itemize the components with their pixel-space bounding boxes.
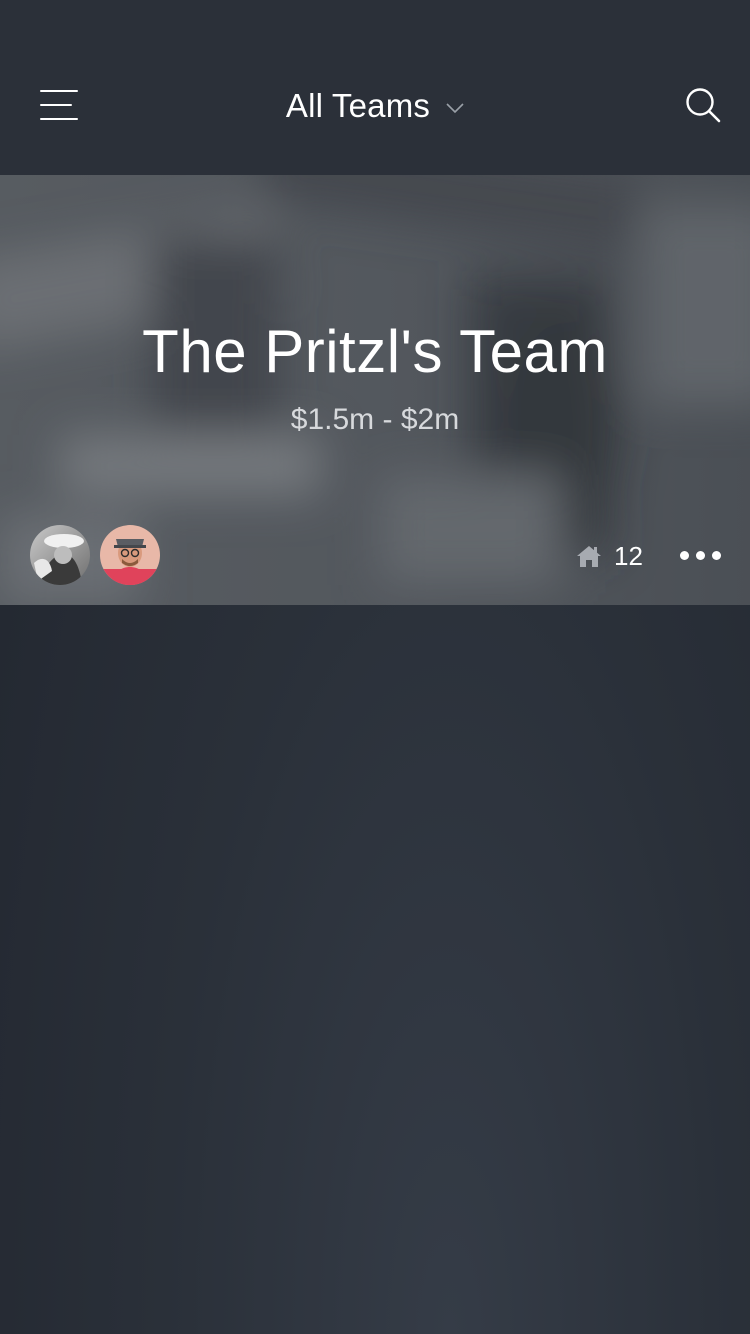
- top-navbar: All Teams: [0, 0, 750, 175]
- team-selector-dropdown[interactable]: All Teams: [250, 80, 500, 132]
- member-avatar-2[interactable]: [100, 525, 160, 585]
- team-selector-label: All Teams: [285, 87, 431, 124]
- hamburger-menu-icon[interactable]: [38, 86, 82, 126]
- member-avatar-1[interactable]: [30, 525, 90, 585]
- home-count-value: 12: [614, 540, 643, 571]
- home-icon: [577, 546, 601, 567]
- menu-line: [40, 104, 72, 106]
- team-card[interactable]: The Pritzl's Team $1.5m - $2m 12: [0, 175, 750, 605]
- avatar-image: [30, 525, 90, 585]
- avatar-image: [100, 525, 160, 585]
- menu-line: [40, 118, 78, 120]
- team-title: The Pritzl's Team: [142, 318, 608, 385]
- price-range: $1.5m - $2m: [290, 403, 460, 436]
- home-count: 12: [576, 541, 643, 571]
- dot: [712, 551, 721, 560]
- search-icon[interactable]: [684, 86, 722, 124]
- chevron-down-icon: [446, 103, 464, 114]
- more-dots-icon[interactable]: [676, 541, 724, 571]
- menu-line: [40, 90, 78, 92]
- dot: [696, 551, 705, 560]
- dot: [680, 551, 689, 560]
- app-screen: All Teams The Pritzl's Team $1.5m - $2m …: [0, 0, 750, 1334]
